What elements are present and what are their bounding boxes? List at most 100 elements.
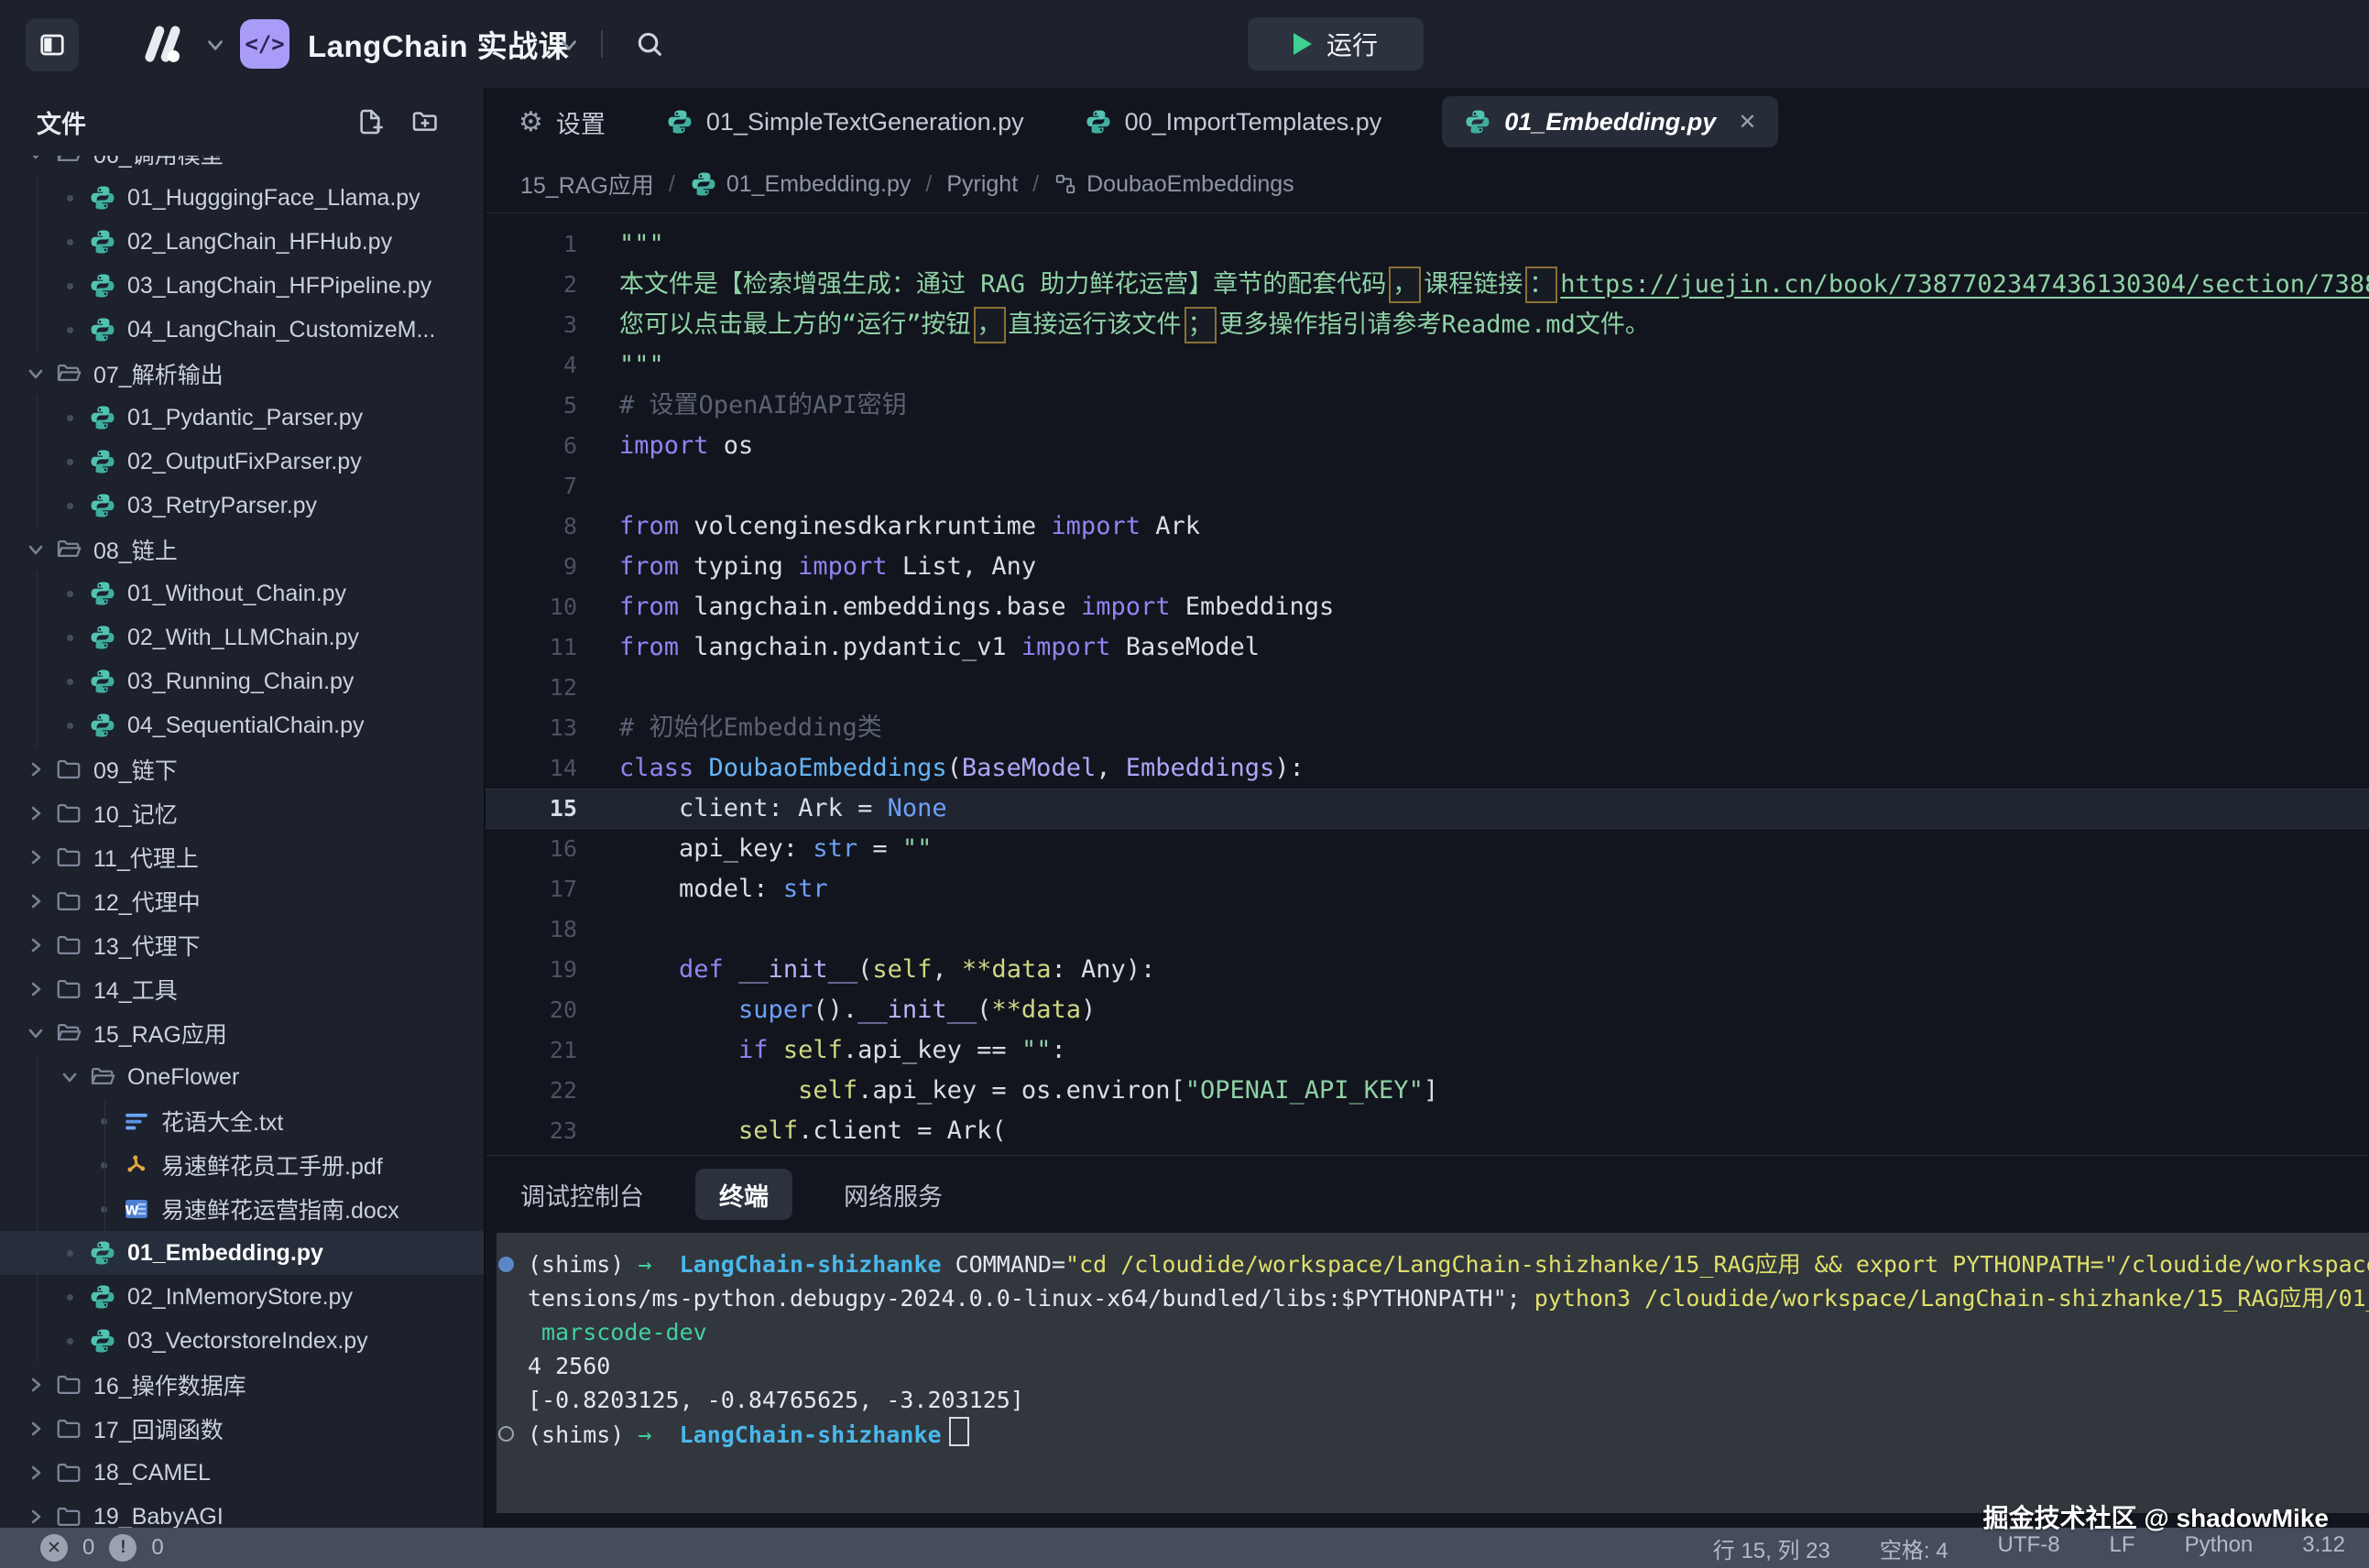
tree-folder-item[interactable]: 16_操作数据库 <box>0 1363 484 1407</box>
tree-folder-item[interactable]: 15_RAG应用 <box>0 1011 484 1055</box>
terminal-cursor[interactable] <box>949 1417 969 1446</box>
python-file-icon <box>87 404 118 431</box>
search-icon[interactable] <box>634 28 665 60</box>
tree-item-label: 04_LangChain_CustomizeM... <box>127 317 435 343</box>
sidebar-toggle-button[interactable] <box>26 18 79 71</box>
tree-file-item[interactable]: W易速鲜花运营指南.docx <box>0 1187 484 1231</box>
tree-folder-item[interactable]: 13_代理下 <box>0 923 484 967</box>
panel-tab-终端[interactable]: 终端 <box>695 1169 792 1220</box>
terminal-panel: (shims) → LangChain-shizhanke COMMAND="c… <box>486 1233 2369 1513</box>
breadcrumb-item[interactable]: 01_Embedding.py <box>690 170 912 198</box>
terminal[interactable]: (shims) → LangChain-shizhanke COMMAND="c… <box>497 1233 2369 1513</box>
code-token: typing <box>679 552 798 581</box>
new-folder-icon[interactable] <box>410 107 440 136</box>
code-token: from <box>619 633 679 661</box>
breadcrumb-item[interactable]: 15_RAG应用 <box>520 168 654 201</box>
tree-folder-item[interactable]: 14_工具 <box>0 967 484 1011</box>
project-chevron-down-icon[interactable] <box>557 33 581 57</box>
tree-folder-item[interactable]: 18_CAMEL <box>0 1451 484 1495</box>
tree-folder-item[interactable]: 06_调用模型 <box>0 156 484 176</box>
folder-open-icon <box>53 156 84 168</box>
status-item[interactable]: LF <box>2110 1532 2135 1564</box>
tree-item-label: 02_OutputFixParser.py <box>127 449 362 475</box>
close-icon[interactable]: ✕ <box>1738 109 1756 136</box>
tree-file-item[interactable]: 易速鲜花员工手册.pdf <box>0 1143 484 1187</box>
status-item[interactable]: 3.12 <box>2302 1532 2345 1564</box>
terminal-token: (shims) <box>528 1421 638 1448</box>
tree-folder-item[interactable]: 17_回调函数 <box>0 1407 484 1451</box>
status-item[interactable]: 空格: 4 <box>1880 1532 1949 1564</box>
status-item[interactable]: Python <box>2185 1532 2254 1564</box>
status-item[interactable]: 行 15, 列 23 <box>1713 1532 1830 1564</box>
tab-设置[interactable]: ⚙设置 <box>519 104 606 140</box>
tree-folder-item[interactable]: 10_记忆 <box>0 791 484 835</box>
tree-file-item[interactable]: 01_HugggingFace_Llama.py <box>0 176 484 220</box>
tree-folder-item[interactable]: 09_链下 <box>0 747 484 791</box>
panel-tab-网络服务[interactable]: 网络服务 <box>844 1177 943 1213</box>
folder-icon <box>53 887 84 915</box>
tree-file-item[interactable]: 01_Pydantic_Parser.py <box>0 396 484 440</box>
file-dot <box>67 459 73 465</box>
code-token: langchain.embeddings.base <box>679 593 1081 621</box>
tree-file-item[interactable]: 02_OutputFixParser.py <box>0 440 484 484</box>
line-number: 12 <box>486 668 619 708</box>
tab-01_Embedding.py[interactable]: 01_Embedding.py✕ <box>1442 96 1778 147</box>
file-dot <box>67 635 73 641</box>
tree-file-item[interactable]: 02_With_LLMChain.py <box>0 615 484 659</box>
tree-file-item[interactable]: 01_Without_Chain.py <box>0 572 484 615</box>
tree-folder-item[interactable]: OneFlower <box>0 1055 484 1099</box>
tree-folder-item[interactable]: 07_解析输出 <box>0 352 484 396</box>
tab-00_ImportTemplates.py[interactable]: 00_ImportTemplates.py <box>1085 108 1382 136</box>
tree-folder-item[interactable]: 11_代理上 <box>0 835 484 879</box>
breadcrumb-item[interactable]: DoubaoEmbeddings <box>1053 171 1294 198</box>
code-line: 3您可以点击最上方的“运行”按钮，直接运行该文件；更多操作指引请参考Readme… <box>486 305 2369 345</box>
tree-folder-item[interactable]: 12_代理中 <box>0 879 484 923</box>
terminal-token: marscode-dev <box>528 1319 707 1345</box>
code-line: 6import os <box>486 426 2369 466</box>
line-number: 2 <box>486 265 619 305</box>
code-token <box>619 1036 738 1064</box>
tab-01_SimpleTextGeneration.py[interactable]: 01_SimpleTextGeneration.py <box>666 108 1024 136</box>
marscode-logo-icon[interactable] <box>130 22 194 66</box>
code-line: 22 self.api_key = os.environ["OPENAI_API… <box>486 1071 2369 1111</box>
explorer-header: 文件 <box>0 88 484 143</box>
python-file-icon <box>87 272 118 299</box>
tree-item-label: 13_代理下 <box>93 929 201 962</box>
tree-file-item[interactable]: 03_RetryParser.py <box>0 484 484 528</box>
tree-folder-item[interactable]: 19_BabyAGI <box>0 1495 484 1528</box>
run-button[interactable]: 运行 <box>1248 17 1424 71</box>
breadcrumb-item[interactable]: Pyright <box>946 171 1018 198</box>
tree-folder-item[interactable]: 08_链上 <box>0 528 484 572</box>
code-token: self <box>798 1076 857 1105</box>
tree-item-label: 01_Embedding.py <box>127 1240 323 1267</box>
code-token: Embeddings <box>1126 754 1275 782</box>
code-link[interactable]: https://juejin.cn/book/73877023474361303… <box>1560 270 2369 299</box>
tree-file-item[interactable]: 03_VectorstoreIndex.py <box>0 1319 484 1363</box>
tree-file-item[interactable]: 04_SequentialChain.py <box>0 703 484 747</box>
code-line-text: api_key: str = "" <box>619 829 932 869</box>
code-token: class <box>619 754 709 782</box>
terminal-line: [-0.8203125, -0.84765625, -3.203125] <box>528 1383 2369 1417</box>
code-line: 10from langchain.embeddings.base import … <box>486 587 2369 627</box>
line-number: 18 <box>486 909 619 950</box>
new-file-icon[interactable] <box>355 107 385 136</box>
tree-file-item[interactable]: 04_LangChain_CustomizeM... <box>0 308 484 352</box>
code-line: 1""" <box>486 224 2369 265</box>
tree-item-label: 02_InMemoryStore.py <box>127 1284 353 1311</box>
code-editor[interactable]: 1"""2本文件是【检索增强生成：通过 RAG 助力鲜花运营】章节的配套代码，课… <box>486 213 2369 1155</box>
tree-file-item[interactable]: 02_LangChain_HFHub.py <box>0 220 484 264</box>
code-token: , <box>932 955 962 984</box>
code-token: # 初始化Embedding类 <box>619 713 882 742</box>
tree-file-item[interactable]: 花语大全.txt <box>0 1099 484 1143</box>
file-dot <box>67 327 73 333</box>
tree-file-item[interactable]: 03_Running_Chain.py <box>0 659 484 703</box>
workspace-chevron-down-icon[interactable] <box>203 33 227 57</box>
tree-file-item[interactable]: 02_InMemoryStore.py <box>0 1275 484 1319</box>
tree-file-item[interactable]: 01_Embedding.py <box>0 1231 484 1275</box>
problems-status[interactable]: ✕ 0 ! 0 <box>0 1534 164 1562</box>
project-title[interactable]: LangChain 实战课 <box>308 25 569 63</box>
project-code-icon: </> <box>240 19 289 69</box>
tree-file-item[interactable]: 03_LangChain_HFPipeline.py <box>0 264 484 308</box>
panel-tab-调试控制台[interactable]: 调试控制台 <box>520 1177 644 1213</box>
status-item[interactable]: UTF-8 <box>1998 1532 2060 1564</box>
